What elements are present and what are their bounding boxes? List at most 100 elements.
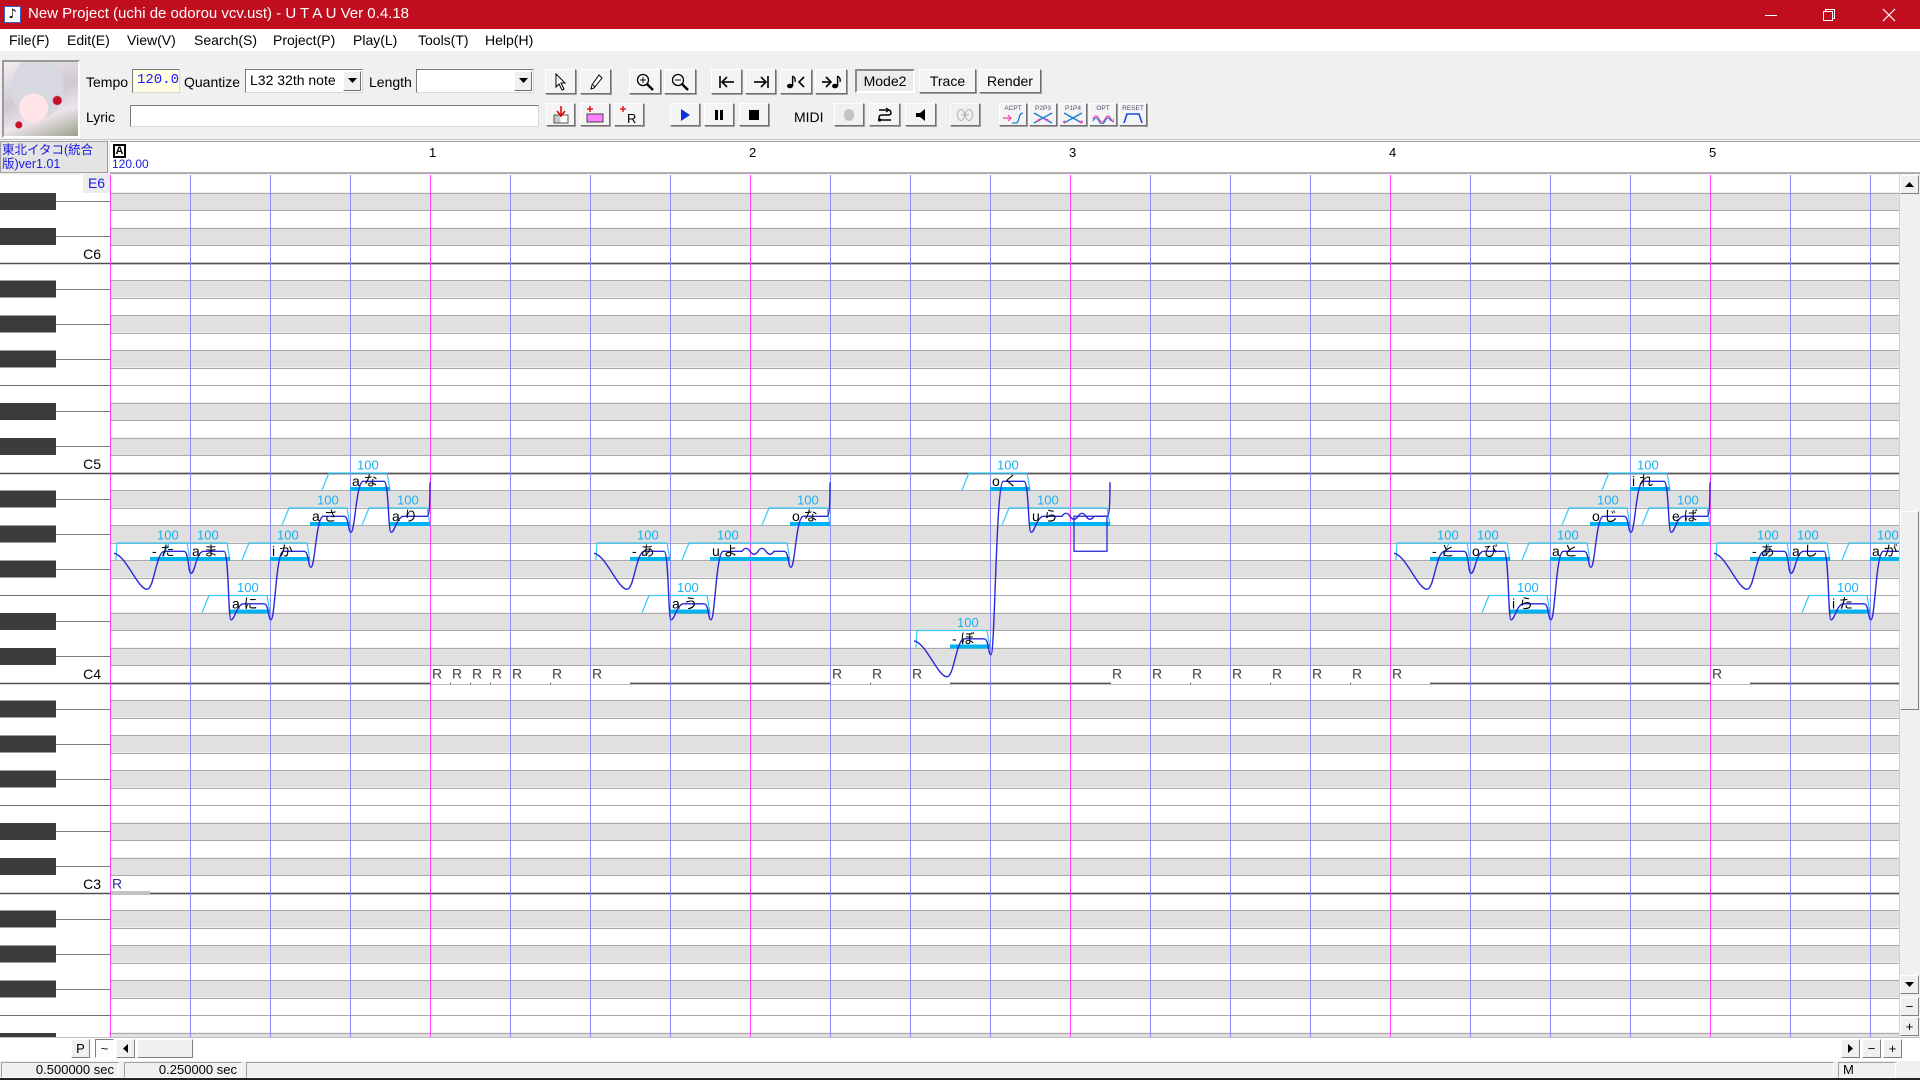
note-lyric[interactable]: - た — [152, 543, 175, 559]
go-to-end-button[interactable] — [745, 69, 776, 94]
rest-note[interactable]: R — [832, 666, 842, 682]
quantize-select[interactable]: L32 32th note — [245, 69, 363, 93]
rest-note[interactable]: R — [1152, 666, 1162, 682]
vertical-scroll-thumb[interactable] — [1900, 511, 1919, 710]
black-key[interactable] — [0, 648, 56, 665]
rest-note[interactable]: R — [1192, 666, 1202, 682]
note-lyric[interactable]: a が — [1872, 543, 1898, 559]
note-lyric[interactable]: a り — [392, 508, 418, 524]
select-tool-button[interactable] — [545, 69, 576, 94]
menu-file[interactable]: File(F) — [9, 32, 49, 48]
black-key[interactable] — [0, 193, 56, 210]
black-key[interactable] — [0, 350, 56, 368]
note-lyric[interactable]: o じ — [1592, 508, 1618, 524]
timeline-ruler[interactable]: A 120.00 1 2 3 4 5 — [110, 141, 1920, 174]
horizontal-scroll-thumb[interactable] — [137, 1039, 193, 1058]
note-lyric[interactable]: o な — [792, 508, 818, 524]
next-note-button[interactable] — [815, 69, 847, 94]
horizontal-zoom-out-button[interactable]: − — [1862, 1039, 1881, 1058]
loop-button[interactable] — [869, 103, 900, 126]
pitch-display-toggle[interactable]: P — [71, 1039, 90, 1058]
trace-button[interactable]: Trace — [919, 69, 976, 93]
note-lyric[interactable]: a に — [232, 596, 258, 612]
tempo-marker[interactable]: A — [113, 144, 126, 158]
rest-note[interactable]: R — [1352, 666, 1362, 682]
black-key[interactable] — [0, 438, 56, 455]
quantize-dropdown-button[interactable] — [343, 71, 361, 91]
pause-button[interactable] — [704, 103, 734, 126]
scroll-up-button[interactable] — [1900, 175, 1919, 194]
singer-avatar[interactable] — [2, 60, 80, 138]
rest-note[interactable]: R — [1712, 666, 1722, 682]
acpt-button[interactable]: ACPT — [999, 103, 1027, 126]
menu-project[interactable]: Project(P) — [273, 32, 335, 48]
zoom-out-button[interactable] — [664, 69, 696, 94]
zoom-in-button[interactable] — [629, 69, 661, 94]
go-to-start-button[interactable] — [711, 69, 742, 94]
length-select[interactable]: L4 Qter note — [416, 69, 534, 93]
black-key[interactable] — [0, 858, 56, 875]
note-lyric[interactable]: - あ — [1752, 543, 1775, 559]
reset-button[interactable]: RESET — [1119, 103, 1147, 126]
black-key[interactable] — [0, 403, 56, 420]
pencil-tool-button[interactable] — [580, 69, 611, 94]
note-lyric[interactable]: a さ — [312, 508, 338, 524]
lyric-input[interactable] — [130, 105, 539, 127]
menu-tools[interactable]: Tools(T) — [418, 32, 469, 48]
rest-note[interactable]: R — [432, 666, 442, 682]
vertical-zoom-out-button[interactable]: − — [1900, 997, 1919, 1016]
tempo-input[interactable]: 120.0 — [132, 69, 180, 93]
note-lyric[interactable]: u よ — [712, 543, 738, 559]
black-key[interactable] — [0, 613, 56, 630]
rest-note[interactable]: R — [472, 666, 482, 682]
play-button[interactable] — [670, 103, 700, 126]
note-lyric[interactable]: a と — [1552, 543, 1578, 559]
rest-note[interactable]: R — [512, 666, 522, 682]
vertical-zoom-in-button[interactable]: + — [1900, 1017, 1919, 1036]
rest-note[interactable]: R — [112, 876, 122, 892]
rest-note[interactable]: R — [1232, 666, 1242, 682]
insert-note-button[interactable] — [546, 103, 575, 126]
menu-edit[interactable]: Edit(E) — [67, 32, 110, 48]
envelope-display-toggle[interactable]: ~ — [95, 1039, 114, 1058]
opt-button[interactable]: OPT — [1089, 103, 1117, 126]
rest-note[interactable]: R — [1112, 666, 1122, 682]
black-key[interactable] — [0, 945, 56, 963]
black-key[interactable] — [0, 560, 56, 578]
piano-keyboard[interactable]: E6 C6 C5 C4 C3 — [0, 175, 110, 1037]
black-key[interactable] — [0, 980, 56, 998]
black-key[interactable] — [0, 490, 56, 508]
render-button[interactable]: Render — [979, 69, 1041, 93]
vertical-scrollbar[interactable]: − + — [1899, 175, 1920, 1037]
singer-info[interactable]: 東北イタコ(統合 版)ver1.01 — [0, 141, 108, 173]
rest-note[interactable]: R — [912, 666, 922, 682]
note-lyric[interactable]: o く — [992, 473, 1018, 489]
black-key[interactable] — [0, 315, 56, 333]
note-lyric[interactable]: i た — [1832, 596, 1853, 612]
rest-note[interactable]: R — [592, 666, 602, 682]
note-lyric[interactable]: u ら — [1032, 508, 1058, 524]
rest-note[interactable]: R — [1312, 666, 1322, 682]
close-button[interactable] — [1860, 0, 1918, 29]
scroll-right-button[interactable] — [1841, 1039, 1860, 1058]
note-lyric[interactable]: a ま — [192, 543, 218, 559]
note-lyric[interactable]: - と — [1432, 543, 1455, 559]
tie-button[interactable] — [950, 103, 980, 126]
stop-button[interactable] — [739, 103, 769, 126]
note-lyric[interactable]: a し — [1792, 543, 1818, 559]
note-lyric[interactable]: - ぼ — [952, 631, 975, 647]
restore-button[interactable] — [1800, 0, 1858, 29]
horizontal-zoom-in-button[interactable]: + — [1883, 1039, 1902, 1058]
black-key[interactable] — [0, 770, 56, 788]
mode2-button[interactable]: Mode2 — [855, 69, 915, 93]
rest-note[interactable]: R — [872, 666, 882, 682]
black-key[interactable] — [0, 525, 56, 543]
p2p3-button[interactable]: P2P3 — [1029, 103, 1057, 126]
black-key[interactable] — [0, 228, 56, 245]
note-lyric[interactable]: i か — [272, 543, 293, 559]
menu-play[interactable]: Play(L) — [353, 32, 397, 48]
rest-note[interactable]: R — [1392, 666, 1402, 682]
note-lyric[interactable]: - あ — [632, 543, 655, 559]
minimize-button[interactable] — [1742, 0, 1800, 29]
add-note-button[interactable] — [580, 103, 610, 126]
